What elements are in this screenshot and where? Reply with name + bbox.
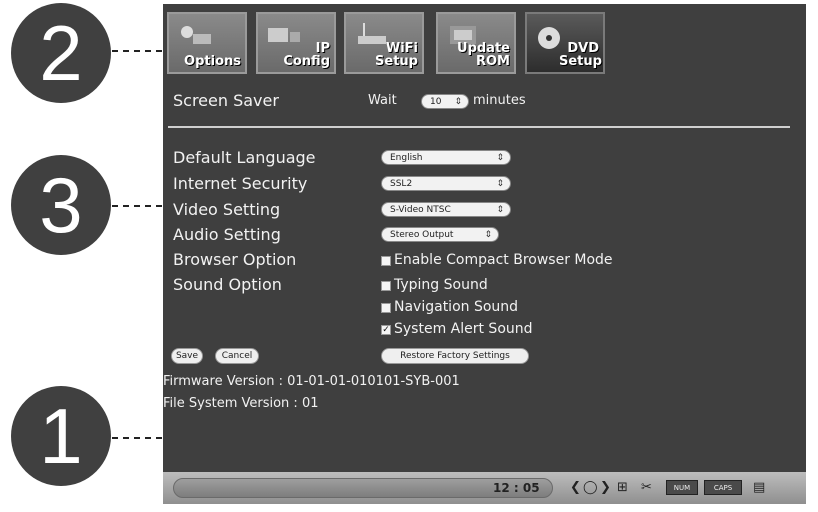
caps-lock-indicator: CAPS <box>704 480 742 495</box>
callout-2-leader <box>112 50 162 52</box>
select-arrows-icon: ⇕ <box>496 179 504 189</box>
tools-icon[interactable]: ✂ <box>641 479 652 497</box>
dvd-setup-label: DVD Setup <box>559 41 602 69</box>
screen-saver-wait-label: Wait <box>368 93 397 108</box>
restore-factory-settings-button[interactable]: Restore Factory Settings <box>381 348 529 364</box>
num-lock-indicator: NUM <box>666 480 698 495</box>
callout-1-leader <box>112 437 162 439</box>
internet-security-label: Internet Security <box>173 174 308 193</box>
callout-3-leader <box>112 205 162 207</box>
callout-2: 2 <box>11 3 111 103</box>
options-icon <box>181 26 211 44</box>
video-setting-label: Video Setting <box>173 200 281 219</box>
internet-security-value: SSL2 <box>390 179 413 189</box>
dvd-setup-button[interactable]: DVD Setup <box>525 12 605 74</box>
typing-sound-label: Typing Sound <box>394 277 488 293</box>
keyboard-icon[interactable]: ▤ <box>753 479 765 497</box>
taskbar: 12 : 05 ❮ ◯ ❯ ⊞ ✂ NUM CAPS ▤ <box>163 472 806 504</box>
compact-browser-checkbox[interactable] <box>381 256 391 266</box>
screen-saver-value: 10 <box>430 97 442 107</box>
sound-option-label: Sound Option <box>173 275 282 294</box>
update-rom-label: Update ROM <box>457 41 510 69</box>
default-language-select[interactable]: English ⇕ <box>381 150 511 165</box>
wifi-setup-button[interactable]: WiFi Setup <box>344 12 424 74</box>
callout-3: 3 <box>11 155 111 255</box>
ip-config-label: IP Config <box>283 41 330 69</box>
callout-1: 1 <box>11 386 111 486</box>
options-label: Options <box>184 54 241 69</box>
screen-saver-label: Screen Saver <box>173 91 279 110</box>
internet-security-select[interactable]: SSL2 ⇕ <box>381 176 511 191</box>
browser-option-label: Browser Option <box>173 250 297 269</box>
compact-browser-label: Enable Compact Browser Mode <box>394 252 613 268</box>
default-language-value: English <box>390 153 423 163</box>
network-icon[interactable]: ⊞ <box>617 479 628 497</box>
select-arrows-icon: ⇕ <box>496 205 504 215</box>
clock: 12 : 05 <box>493 481 540 495</box>
video-setting-value: S-Video NTSC <box>390 205 451 215</box>
screen-saver-unit: minutes <box>473 93 526 108</box>
navigation-sound-label: Navigation Sound <box>394 299 519 315</box>
audio-setting-label: Audio Setting <box>173 225 281 244</box>
settings-screen: Options IP Config WiFi Setup Update ROM … <box>163 4 806 504</box>
audio-setting-value: Stereo Output <box>390 230 454 240</box>
forward-icon[interactable]: ❯ <box>600 479 611 497</box>
video-setting-select[interactable]: S-Video NTSC ⇕ <box>381 202 511 217</box>
cancel-button[interactable]: Cancel <box>215 348 259 364</box>
select-arrows-icon: ⇕ <box>484 230 492 240</box>
settings-toolbar: Options IP Config WiFi Setup Update ROM … <box>163 4 621 78</box>
file-system-version: File System Version : 01 <box>163 396 319 411</box>
select-arrows-icon: ⇕ <box>496 153 504 163</box>
update-rom-button[interactable]: Update ROM <box>436 12 516 74</box>
audio-setting-select[interactable]: Stereo Output ⇕ <box>381 227 499 242</box>
stepper-arrows-icon: ⇕ <box>454 97 462 107</box>
section-divider <box>168 126 790 128</box>
firmware-version: Firmware Version : 01-01-01-010101-SYB-0… <box>163 374 460 389</box>
system-alert-sound-label: System Alert Sound <box>394 321 533 337</box>
wifi-setup-label: WiFi Setup <box>375 41 418 69</box>
screen-saver-minutes-stepper[interactable]: 10 ⇕ <box>421 94 469 109</box>
back-icon[interactable]: ❮ <box>570 479 581 497</box>
navigation-sound-checkbox[interactable] <box>381 303 391 313</box>
ip-config-button[interactable]: IP Config <box>256 12 336 74</box>
system-alert-sound-checkbox[interactable]: ✓ <box>381 325 391 335</box>
options-button[interactable]: Options <box>167 12 247 74</box>
save-button[interactable]: Save <box>171 348 203 364</box>
default-language-label: Default Language <box>173 148 316 167</box>
home-icon[interactable]: ◯ <box>583 479 598 497</box>
typing-sound-checkbox[interactable] <box>381 281 391 291</box>
